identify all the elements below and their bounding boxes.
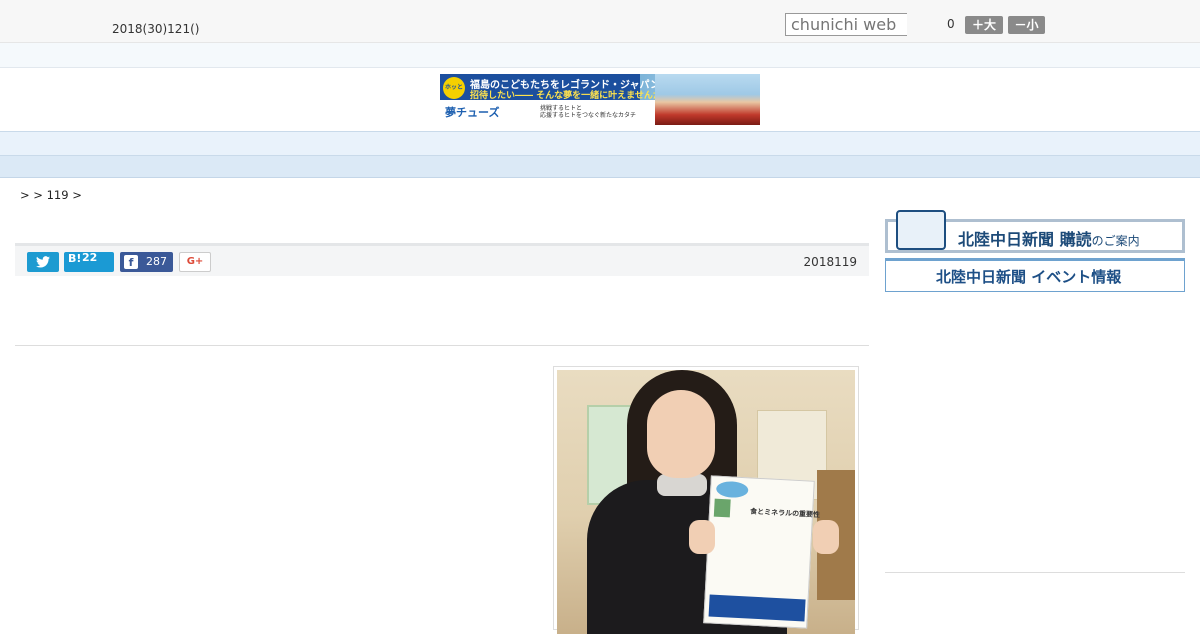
event-info-banner[interactable]: 北陸中日新聞 イベント情報 [885, 258, 1185, 292]
google-plus-button[interactable]: G+ [179, 252, 211, 272]
sub-nav [0, 156, 1200, 178]
main-nav [0, 131, 1200, 156]
banner-brand: 夢チューズ [445, 106, 500, 119]
hatena-count: 22 [82, 251, 98, 264]
facebook-icon: f [124, 255, 138, 269]
banner-tagline: 挑戦するヒトと 応援するヒトをつなぐ新たなカタチ [540, 105, 636, 119]
nav-item-8[interactable] [738, 136, 768, 155]
twitter-bird-icon [36, 256, 50, 268]
banner-tagline-2: 応援するヒトをつなぐ新たなカタチ [540, 112, 637, 119]
subscribe-main: 北陸中日新聞 購読 [958, 230, 1092, 249]
hatena-icon: B! [68, 252, 82, 265]
flyer-footer [708, 594, 806, 622]
nav-item-9[interactable] [818, 136, 848, 155]
photo-left-hand [689, 520, 715, 554]
breadcrumb[interactable]: > > 119 > [20, 188, 82, 202]
subscribe-small: のご案内 [1091, 234, 1140, 248]
nav-item-2[interactable] [258, 136, 288, 155]
twitter-share-button[interactable] [27, 252, 59, 272]
font-smaller-button[interactable]: －小 [1008, 16, 1045, 34]
photo-flyer: 食とミネラルの重要性 [703, 475, 820, 629]
flyer-title: 食とミネラルの重要性 [749, 507, 821, 520]
subscribe-banner[interactable]: 北陸中日新聞 購読のご案内 [885, 210, 1185, 253]
share-bar: B! 22 f 287 G+ 2018119 [15, 243, 869, 276]
banner-ad[interactable]: ホッと石川 福島のこどもたちをレゴランド・ジャパンに 招待したい―― そんな夢を… [440, 74, 760, 125]
publish-date: 2018119 [803, 255, 857, 269]
facebook-share-button[interactable]: f 287 [120, 252, 173, 272]
banner-badge: ホッと石川 [443, 77, 465, 113]
nav-item-6[interactable] [578, 136, 608, 155]
nav-item-7[interactable] [658, 136, 688, 155]
search-input[interactable] [785, 13, 907, 36]
event-info-label: 北陸中日新聞 イベント情報 [936, 268, 1122, 286]
photo-right-hand [813, 520, 839, 554]
hatena-bookmark-button[interactable]: B! 22 [64, 251, 114, 272]
divider [15, 345, 869, 346]
nav-item-3[interactable] [338, 136, 368, 155]
sidebar-divider [885, 572, 1185, 573]
flyer-portrait [713, 498, 731, 518]
header-strip [0, 43, 1200, 68]
nav-item-4[interactable] [418, 136, 448, 155]
top-bar: 2018(30)121() 0 ＋大 －小 [0, 0, 1200, 43]
banner-photo [655, 74, 760, 125]
nav-item-5[interactable] [498, 136, 528, 155]
photo-person-face [647, 390, 715, 478]
current-date: 2018(30)121() [112, 22, 200, 36]
subscribe-label: 北陸中日新聞 購読のご案内 [958, 226, 1140, 250]
nav-item-1[interactable] [178, 136, 208, 155]
facebook-count: 287 [146, 255, 167, 268]
counter: 0 [947, 17, 955, 31]
photo-image: 食とミネラルの重要性 [557, 370, 855, 634]
flyer-badge [715, 480, 749, 499]
font-larger-button[interactable]: ＋大 [965, 16, 1003, 34]
banner-tagline-1: 挑戦するヒトと [540, 105, 583, 112]
newspaper-book-icon [896, 210, 946, 250]
article-photo[interactable]: 食とミネラルの重要性 [553, 366, 859, 634]
